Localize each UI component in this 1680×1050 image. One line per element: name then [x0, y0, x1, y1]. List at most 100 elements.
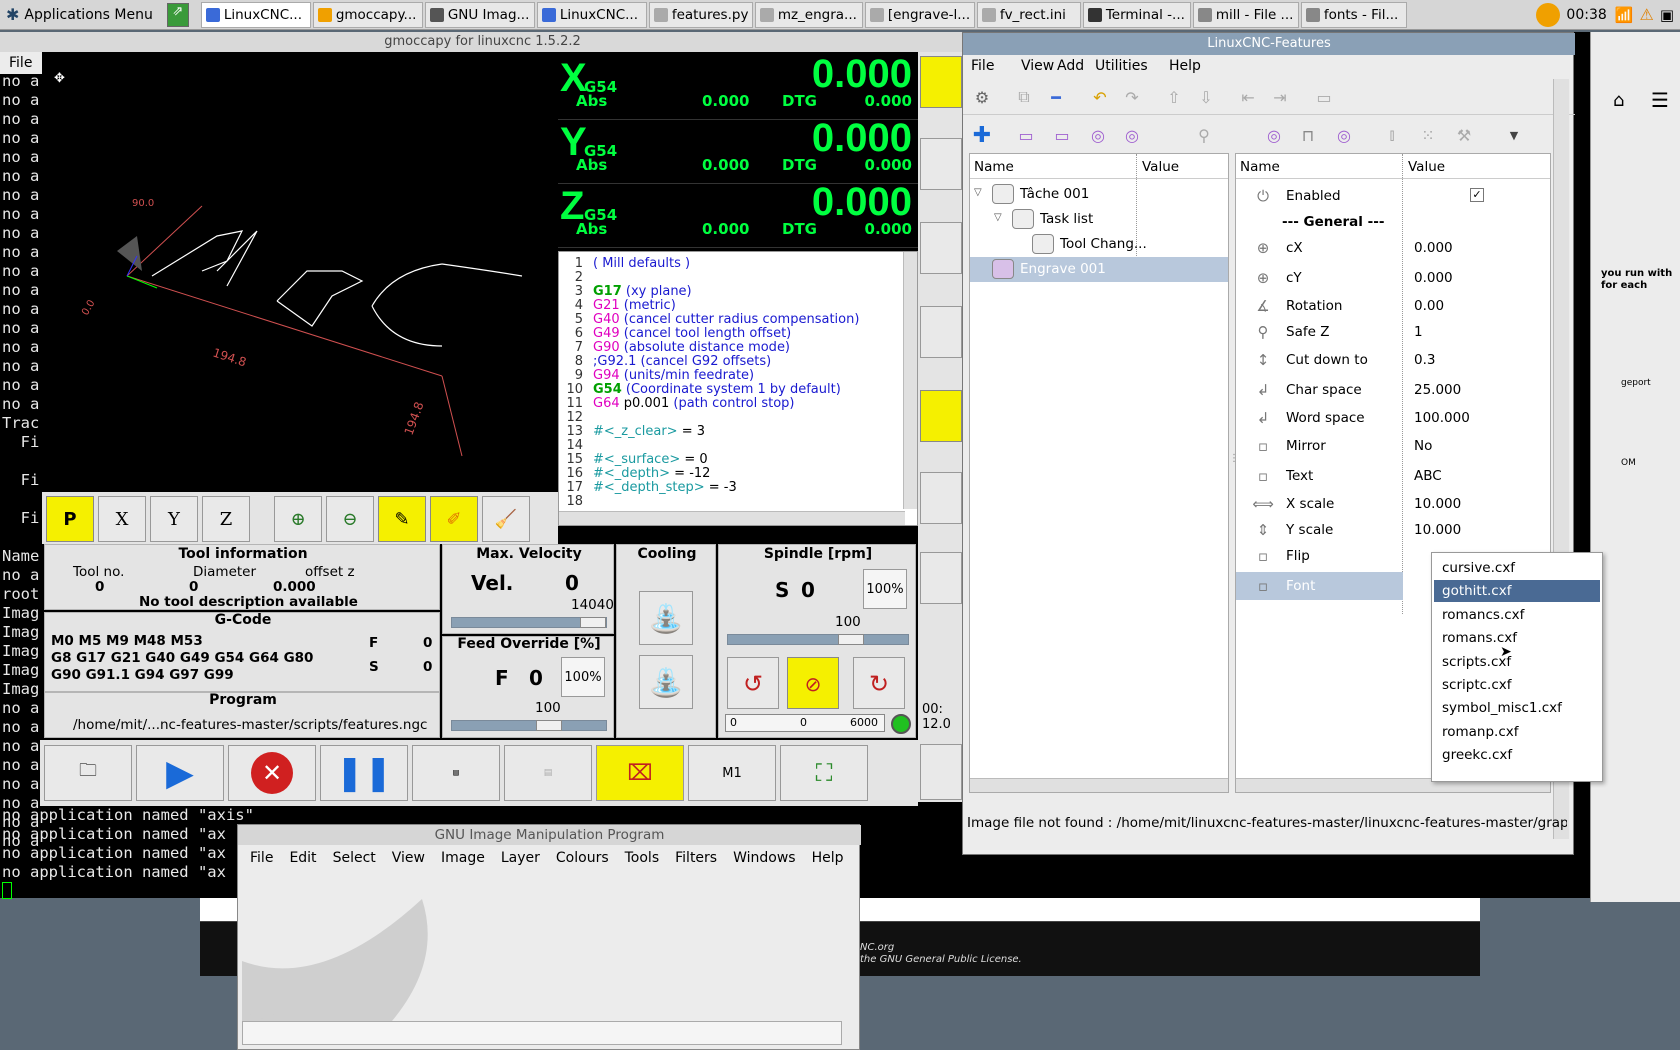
gcode-line[interactable]: 12: [559, 410, 899, 425]
settings-icon[interactable]: ⚙: [971, 87, 993, 107]
clipboard-button[interactable]: [920, 744, 962, 800]
property-row[interactable]: ⟺ X scale 10.000: [1236, 490, 1551, 518]
feed-override-knob[interactable]: [536, 720, 562, 731]
gcode-line[interactable]: 2: [559, 270, 899, 285]
power-button[interactable]: [920, 138, 962, 190]
taskbar-task[interactable]: fonts - Fil...: [1300, 1, 1407, 28]
clamp-feature-icon[interactable]: ⊓: [1297, 125, 1319, 145]
property-row[interactable]: ⏻ Enabled ✓: [1236, 182, 1551, 210]
enabled-checkbox[interactable]: ✓: [1470, 188, 1484, 202]
font-option[interactable]: scriptc.cxf: [1434, 674, 1600, 696]
font-dropdown[interactable]: cursive.cxf gothitt.cxf romancs.cxf romans.…: [1431, 552, 1603, 782]
add-icon[interactable]: ✚: [971, 123, 993, 148]
gimp-menu-image[interactable]: Image: [441, 847, 485, 869]
feed-override-reset-button[interactable]: 100%: [561, 657, 605, 697]
taskbar-task[interactable]: mz_engra...: [754, 1, 863, 28]
property-row[interactable]: ↲ Word space 100.000: [1236, 404, 1551, 432]
font-option[interactable]: scripts.cxf: [1434, 651, 1600, 673]
tree-hscroll[interactable]: [970, 778, 1228, 792]
indent-icon[interactable]: ⇤: [1237, 87, 1259, 107]
property-value[interactable]: 25.000: [1414, 382, 1461, 398]
circle-feature-icon[interactable]: ◎: [1087, 125, 1109, 145]
tree-item[interactable]: Tool Chang...: [970, 232, 1228, 257]
features-menu-utilities[interactable]: Utilities: [1095, 58, 1148, 74]
settings-button[interactable]: [920, 472, 962, 524]
view-y-button[interactable]: Y: [150, 496, 198, 542]
tree-item[interactable]: ▽ Tâche 001: [970, 182, 1228, 207]
property-row[interactable]: ⇕ Y scale 10.000: [1236, 516, 1551, 544]
taskbar-task[interactable]: LinuxCNC...: [200, 1, 311, 28]
spindle-knob[interactable]: [838, 634, 864, 645]
browser-home-icon[interactable]: ⌂: [1613, 90, 1624, 111]
taskbar-task[interactable]: gmoccapy...: [312, 1, 423, 28]
font-option[interactable]: symbol_misc1.cxf: [1434, 697, 1600, 719]
spindle-ccw-button[interactable]: ↺: [727, 657, 779, 709]
gcode-line[interactable]: 3 G17 (xy plane): [559, 284, 899, 299]
flood-button[interactable]: ⛲: [639, 591, 693, 645]
font-option[interactable]: romancs.cxf: [1434, 604, 1600, 626]
gcode-line[interactable]: 14: [559, 438, 899, 453]
gcode-line[interactable]: 18: [559, 494, 899, 509]
feature-a-icon[interactable]: ▭: [1015, 125, 1037, 145]
gcode-line[interactable]: 11 G64 p0.001 (path control stop): [559, 396, 899, 411]
gcode-line[interactable]: 16 #<_depth> = -12: [559, 466, 899, 481]
features-menu-help[interactable]: Help: [1169, 58, 1201, 74]
gmoccapy-titlebar[interactable]: gmoccapy for linuxcnc 1.5.2.2: [0, 32, 965, 52]
property-value[interactable]: 100.000: [1414, 410, 1470, 426]
features-menu-file[interactable]: File: [971, 58, 994, 74]
step-button[interactable]: ▤: [412, 745, 500, 801]
property-row[interactable]: ▫ Mirror No: [1236, 432, 1551, 460]
open-file-button[interactable]: 🗀: [44, 745, 132, 801]
gcode-line[interactable]: 4 G21 (metric): [559, 298, 899, 313]
spindle-slider[interactable]: [727, 634, 909, 645]
property-value[interactable]: 10.000: [1414, 522, 1461, 538]
dedent-icon[interactable]: ⇥: [1269, 87, 1291, 107]
feed-override-slider[interactable]: [451, 720, 607, 731]
gimp-menu-view[interactable]: View: [392, 847, 425, 869]
property-row[interactable]: ▫ Text ABC: [1236, 462, 1551, 490]
features-titlebar[interactable]: LinuxCNC-Features: [963, 33, 1575, 55]
gcode-line[interactable]: 8 ;G92.1 (cancel G92 offsets): [559, 354, 899, 369]
gimp-titlebar[interactable]: GNU Image Manipulation Program: [238, 825, 861, 845]
font-option[interactable]: romans.cxf: [1434, 627, 1600, 649]
gimp-menu-select[interactable]: Select: [333, 847, 376, 869]
gimp-menu-filters[interactable]: Filters: [675, 847, 717, 869]
velocity-slider[interactable]: [451, 617, 607, 628]
property-value[interactable]: 0.000: [1414, 240, 1453, 256]
property-row[interactable]: --- General ---: [1236, 208, 1551, 236]
auto-mode-button[interactable]: [920, 390, 962, 442]
gimp-menu-help[interactable]: Help: [812, 847, 844, 869]
property-row[interactable]: ▫ Font: [1236, 572, 1403, 600]
property-row[interactable]: ⊕ cY 0.000: [1236, 264, 1551, 292]
tray-clock[interactable]: 00:38: [1566, 7, 1606, 23]
optional-stop-button[interactable]: M1: [688, 745, 776, 801]
gcode-line[interactable]: 5 G40 (cancel cutter radius compensation): [559, 312, 899, 327]
gimp-menu-layer[interactable]: Layer: [501, 847, 540, 869]
property-row[interactable]: ⚲ Safe Z 1: [1236, 318, 1551, 346]
drill-feature-icon[interactable]: ⫾: [1381, 125, 1403, 145]
gcode-line[interactable]: 1 ( Mill defaults ): [559, 256, 899, 271]
probe-feature-icon[interactable]: ⚲: [1193, 125, 1215, 145]
block-delete-button[interactable]: ⌧: [596, 745, 684, 801]
gcode-line[interactable]: 6 G49 (cancel tool length offset): [559, 326, 899, 341]
screen-icon[interactable]: ▣: [1660, 6, 1674, 24]
remove-icon[interactable]: ━: [1045, 87, 1067, 107]
props-header-value[interactable]: Value: [1408, 159, 1445, 175]
gcode-editor[interactable]: 1 ( Mill defaults ) 2 3 G17 (xy plane) 4 G21 (…: [558, 251, 918, 526]
dro-row-x[interactable]: X G54 0.000 Abs 0.000 DTG 0.000: [558, 52, 918, 120]
features-menu-add[interactable]: Add: [1057, 58, 1084, 74]
network-icon[interactable]: 📶: [1615, 6, 1634, 24]
grid-feature-icon[interactable]: ⁙: [1417, 125, 1439, 145]
taskbar-task[interactable]: Terminal -...: [1082, 1, 1191, 28]
gimp-menu-windows[interactable]: Windows: [733, 847, 796, 869]
expander-icon[interactable]: ▽: [974, 187, 982, 198]
taskbar-task[interactable]: fv_rect.ini: [976, 1, 1081, 28]
spindle-cw-button[interactable]: ↻: [853, 657, 905, 709]
applications-menu[interactable]: ✱ Applications Menu: [0, 0, 159, 30]
property-value[interactable]: 1: [1414, 324, 1423, 340]
tree-item[interactable]: Engrave 001: [970, 257, 1228, 282]
show-path-button[interactable]: ✐: [430, 496, 478, 542]
taskbar-task[interactable]: GNU Imag...: [424, 1, 535, 28]
pocket-feature-icon[interactable]: ◎: [1263, 125, 1285, 145]
taskbar-task[interactable]: mill - File ...: [1192, 1, 1299, 28]
